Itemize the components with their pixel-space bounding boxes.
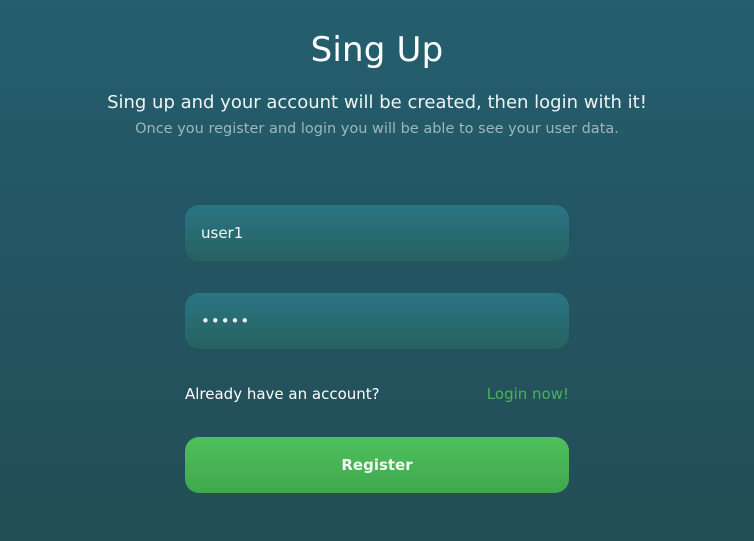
login-now-link[interactable]: Login now! xyxy=(487,385,569,403)
password-field[interactable] xyxy=(185,293,569,349)
page-hint: Once you register and login you will be … xyxy=(135,121,619,137)
page-subtitle: Sing up and your account will be created… xyxy=(107,92,647,113)
password-input[interactable] xyxy=(201,312,553,330)
signup-page: Sing Up Sing up and your account will be… xyxy=(0,0,754,541)
account-row: Already have an account? Login now! xyxy=(185,383,569,405)
username-field[interactable] xyxy=(185,205,569,261)
username-input[interactable] xyxy=(201,224,553,242)
account-prompt: Already have an account? xyxy=(185,385,380,403)
register-button[interactable]: Register xyxy=(185,437,569,493)
page-title: Sing Up xyxy=(310,30,444,70)
